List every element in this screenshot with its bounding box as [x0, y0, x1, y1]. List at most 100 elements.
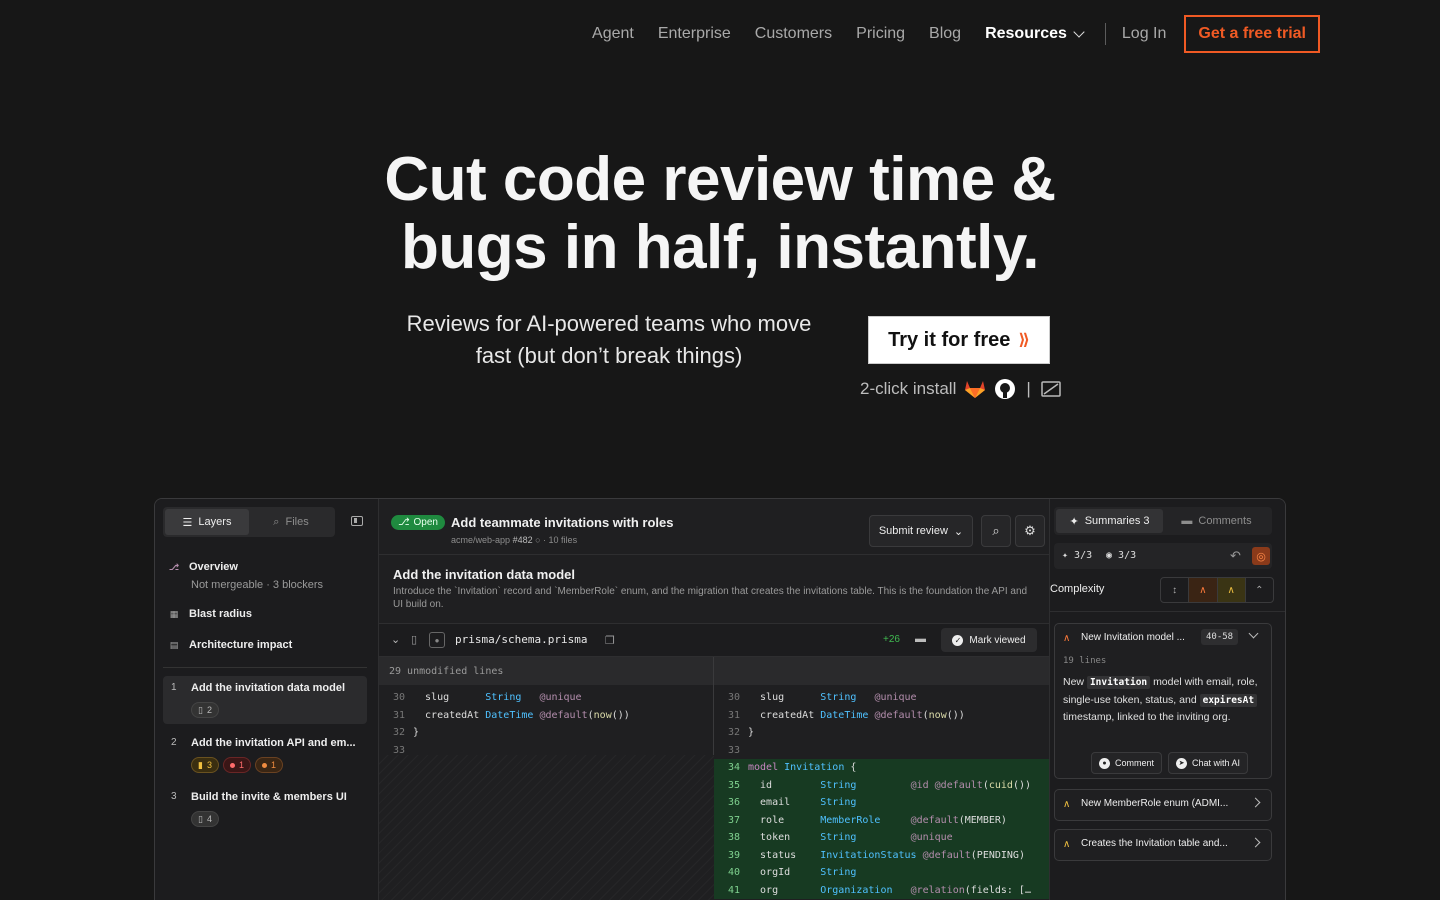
- copy-icon[interactable]: ❐: [605, 634, 615, 647]
- sidebar-item-blast-radius[interactable]: ▦ Blast radius: [169, 608, 252, 620]
- summary-card-1[interactable]: ∧ New Invitation model ... 40-58 19 line…: [1054, 623, 1272, 779]
- settings-button[interactable]: ⚙: [1015, 515, 1045, 547]
- issue-count: 1: [270, 760, 276, 770]
- tab-comments[interactable]: ▬ Comments: [1163, 509, 1270, 533]
- code-text: token String @unique: [748, 832, 953, 844]
- tab-layers-label: Layers: [198, 516, 232, 528]
- sidebar-toggle-icon[interactable]: [351, 516, 363, 526]
- line-number: 35: [728, 779, 741, 791]
- tab-files[interactable]: ⌕ Files: [249, 509, 333, 535]
- file-count: 2: [206, 705, 212, 715]
- map-icon: ▦: [169, 608, 179, 619]
- record-icon[interactable]: ●: [429, 632, 445, 648]
- summary-card-2[interactable]: ∧ New MemberRole enum (ADMI...: [1054, 789, 1272, 821]
- chevron-down-icon[interactable]: [1248, 628, 1259, 639]
- diff-line: 35 id String @id @default(cuid()): [714, 776, 1049, 794]
- free-trial-button[interactable]: Get a free trial: [1184, 15, 1320, 53]
- file-icon: ▯: [411, 634, 418, 646]
- chevron-right-icon[interactable]: [1250, 837, 1261, 848]
- sidebar-divider: [163, 667, 367, 668]
- nav-customers[interactable]: Customers: [755, 25, 832, 43]
- chevron-down-icon[interactable]: ⌄: [391, 633, 400, 646]
- chat-with-ai-button[interactable]: ➤ Chat with AI: [1168, 752, 1249, 774]
- file-count-badge: ▯ 2: [191, 702, 219, 718]
- nav-enterprise[interactable]: Enterprise: [658, 25, 731, 43]
- chevron-up-icon[interactable]: ⌃: [1246, 578, 1273, 602]
- gitlab-icon[interactable]: [964, 379, 986, 399]
- comment-button[interactable]: ● Comment: [1091, 752, 1163, 774]
- ai-count-value: 3/3: [1074, 550, 1093, 561]
- summary-title: New Invitation model ...: [1081, 632, 1185, 643]
- github-icon: ○: [535, 535, 541, 545]
- unmodified-lines-right: [714, 657, 1049, 685]
- github-icon: ●: [1099, 757, 1110, 769]
- line-range-badge: 40-58: [1201, 629, 1239, 645]
- check-icon: ✓: [952, 634, 964, 646]
- target-icon[interactable]: ◎: [1252, 547, 1270, 565]
- code-text: email String: [748, 797, 857, 809]
- submit-review-button[interactable]: Submit review ⌄: [869, 515, 973, 547]
- diff-line: 32}: [379, 724, 713, 742]
- install-row: 2-click install |: [860, 378, 1061, 400]
- high-complexity-icon[interactable]: ∧: [1189, 578, 1218, 602]
- sidebar-item-architecture[interactable]: ▤ Architecture impact: [169, 639, 293, 651]
- pr-title: Add teammate invitations with roles: [451, 515, 674, 530]
- summary-title: Creates the Invitation table and...: [1081, 838, 1228, 849]
- search-button[interactable]: ⌕: [981, 515, 1011, 547]
- nav-pricing[interactable]: Pricing: [856, 25, 905, 43]
- tab-summaries[interactable]: ✦ Summaries 3: [1056, 509, 1163, 533]
- chevron-right-icon[interactable]: [1250, 797, 1261, 808]
- hero-title-line-2: bugs in half, instantly.: [401, 213, 1039, 282]
- mark-viewed-button[interactable]: ✓ Mark viewed: [941, 628, 1037, 652]
- line-number: 37: [728, 814, 741, 826]
- step-item-3[interactable]: 3 Build the invite & members UI ▯ 4: [163, 785, 367, 833]
- terminal-icon[interactable]: [1041, 380, 1061, 398]
- sidebar-item-overview[interactable]: ⎇ Overview: [169, 561, 238, 573]
- step-item-1[interactable]: 1 Add the invitation data model ▯ 2: [163, 676, 367, 724]
- undo-icon[interactable]: ↶: [1230, 548, 1241, 564]
- file-count: 10 files: [548, 535, 578, 545]
- code-text: role MemberRole @default(MEMBER): [748, 814, 1007, 826]
- tab-summaries-label: Summaries 3: [1084, 515, 1150, 527]
- line-number: 30: [728, 692, 741, 704]
- comment-icon[interactable]: ▬: [915, 633, 926, 645]
- sort-icon[interactable]: ↕: [1161, 578, 1190, 602]
- hero-subtitle-line-1: Reviews for AI-powered teams who move: [406, 311, 812, 336]
- gear-icon: ⚙: [1024, 523, 1036, 538]
- line-count: 19 lines: [1063, 656, 1107, 666]
- try-free-button[interactable]: Try it for free ⟫: [868, 316, 1050, 364]
- login-link[interactable]: Log In: [1122, 25, 1166, 43]
- search-icon: ⌕: [273, 515, 280, 528]
- code-text: slug String @unique: [413, 692, 582, 704]
- section-description: Introduce the `Invitation` record and `M…: [393, 586, 1028, 610]
- medium-complexity-icon[interactable]: ∧: [1217, 578, 1246, 602]
- tab-layers[interactable]: ☰ Layers: [165, 509, 249, 535]
- summary-card-3[interactable]: ∧ Creates the Invitation table and...: [1054, 829, 1272, 861]
- diff-line: 41 org Organization @relation(fields: […: [714, 881, 1049, 899]
- code-text: }: [748, 727, 755, 739]
- step-number: 2: [171, 737, 177, 748]
- overview-label: Overview: [189, 561, 238, 573]
- diff-line: 40 orgId String: [714, 864, 1049, 882]
- code-text: orgId String: [748, 867, 857, 879]
- step-item-2[interactable]: 2 Add the invitation API and em... ▮ 3 1 …: [163, 731, 367, 779]
- chevron-down-icon: [1073, 26, 1085, 38]
- file-name: prisma/schema.prisma: [455, 633, 588, 646]
- nav-blog[interactable]: Blog: [929, 25, 961, 43]
- branch-icon: ⎇: [168, 561, 180, 572]
- file-icon: ▯: [198, 704, 203, 715]
- line-number: 38: [728, 832, 741, 844]
- pr-number: #482: [512, 535, 533, 545]
- summary-stats: ✦ 3/3 ◉ 3/3 ↶ ◎: [1054, 543, 1272, 569]
- github-icon[interactable]: [994, 378, 1016, 400]
- diff-line: 36 email String: [714, 794, 1049, 812]
- unmodified-lines[interactable]: 29 unmodified lines: [379, 657, 714, 685]
- blast-radius-label: Blast radius: [189, 608, 252, 620]
- nav-resources[interactable]: Resources: [985, 25, 1085, 43]
- hero-title-line-1: Cut code review time &: [384, 145, 1056, 214]
- high-complexity-icon: ∧: [1063, 633, 1071, 644]
- viewed-count: ◉ 3/3: [1106, 550, 1137, 561]
- search-icon: ⌕: [992, 523, 1000, 538]
- nav-agent[interactable]: Agent: [592, 25, 634, 43]
- additions-count: +26: [883, 634, 900, 645]
